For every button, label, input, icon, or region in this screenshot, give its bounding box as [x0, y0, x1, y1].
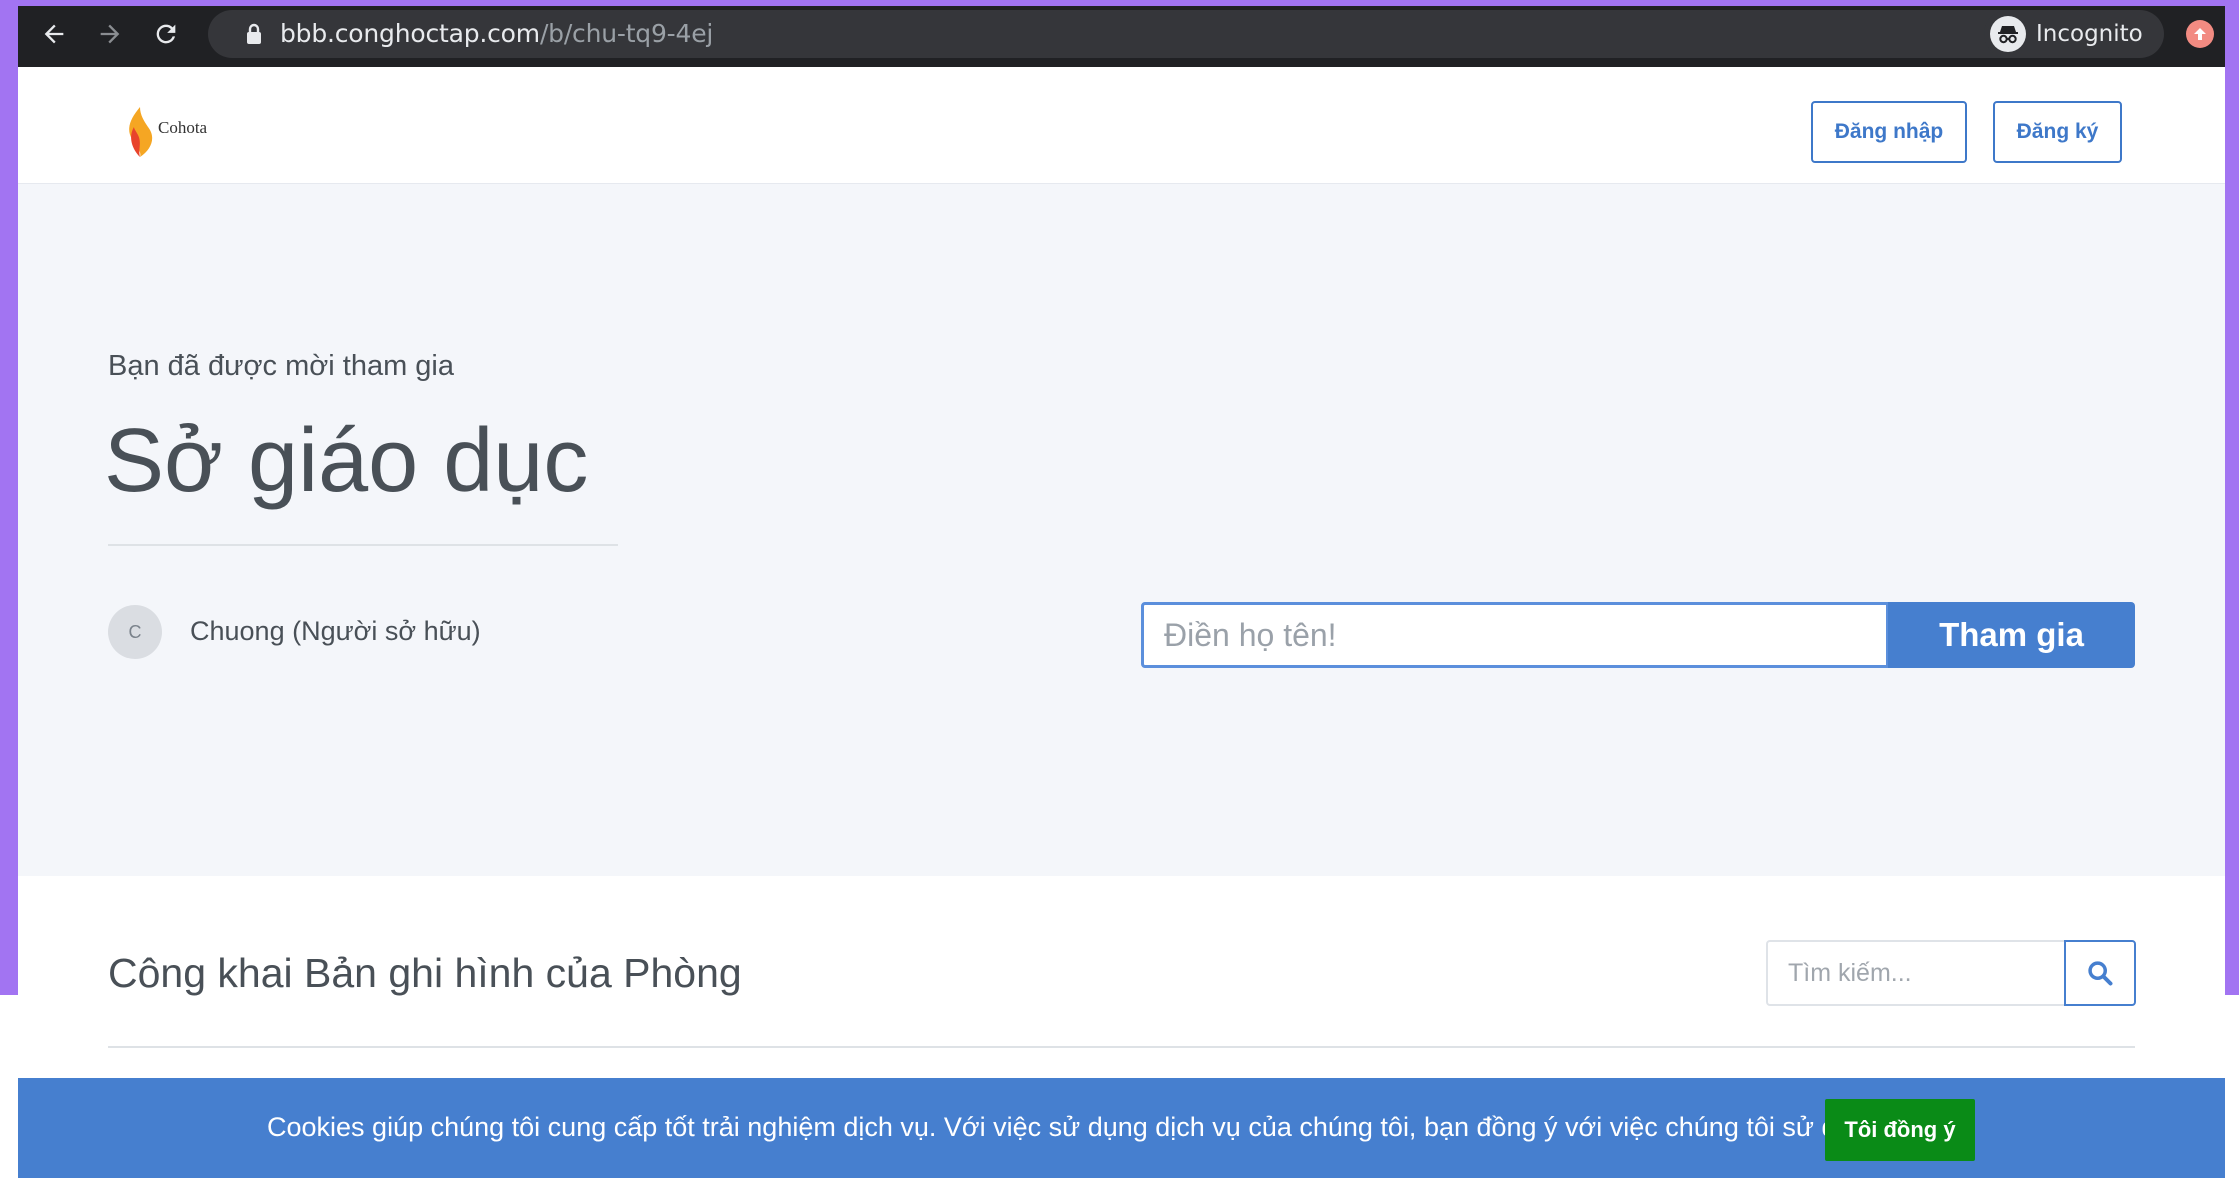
forward-icon	[100, 24, 120, 44]
browser-toolbar: bbb.conghoctap.com/b/chu-tq9-4ej Incogni…	[18, 6, 2225, 67]
reload-icon	[156, 24, 176, 44]
update-icon[interactable]	[2186, 20, 2214, 48]
forward-button[interactable]	[90, 14, 130, 54]
accept-cookies-button[interactable]: Tôi đồng ý	[1825, 1099, 1975, 1161]
recordings-divider	[108, 1046, 2135, 1048]
flame-icon	[129, 107, 153, 157]
search-icon	[2088, 961, 2113, 986]
browser-window: bbb.conghoctap.com/b/chu-tq9-4ej Incogni…	[18, 6, 2225, 1178]
room-title: Sở giáo dục	[104, 411, 589, 511]
url-text: bbb.conghoctap.com/b/chu-tq9-4ej	[280, 19, 714, 48]
back-icon	[44, 24, 64, 44]
search-input[interactable]	[1766, 940, 2066, 1006]
signup-button[interactable]: Đăng ký	[1993, 101, 2122, 163]
cookie-banner: Cookies giúp chúng tôi cung cấp tốt trải…	[18, 1078, 2225, 1178]
room-hero: Bạn đã được mời tham gia Sở giáo dục C C…	[18, 184, 2225, 876]
invite-text: Bạn đã được mời tham gia	[108, 350, 454, 382]
logo-text: Cohota	[158, 118, 208, 137]
incognito-icon	[1990, 16, 2026, 52]
login-button[interactable]: Đăng nhập	[1811, 101, 1967, 163]
name-input[interactable]	[1141, 602, 1889, 668]
search-button[interactable]	[2064, 940, 2136, 1006]
reload-button[interactable]	[146, 14, 186, 54]
site-header: Cohota Đăng nhập Đăng ký	[18, 67, 2225, 184]
cookie-message: Cookies giúp chúng tôi cung cấp tốt trải…	[267, 1112, 1975, 1142]
join-button[interactable]: Tham gia	[1888, 602, 2135, 668]
incognito-profile[interactable]: Incognito	[1984, 10, 2164, 58]
title-divider	[108, 544, 618, 546]
site-logo[interactable]: Cohota	[126, 105, 207, 157]
incognito-label: Incognito	[2036, 21, 2143, 47]
owner-avatar: C	[108, 605, 162, 659]
owner-name: Chuong (Người sở hữu)	[190, 616, 481, 646]
back-button[interactable]	[34, 14, 74, 54]
address-bar[interactable]: bbb.conghoctap.com/b/chu-tq9-4ej	[208, 10, 2139, 58]
recordings-title: Công khai Bản ghi hình của Phòng	[108, 950, 742, 996]
lock-icon	[247, 23, 261, 44]
